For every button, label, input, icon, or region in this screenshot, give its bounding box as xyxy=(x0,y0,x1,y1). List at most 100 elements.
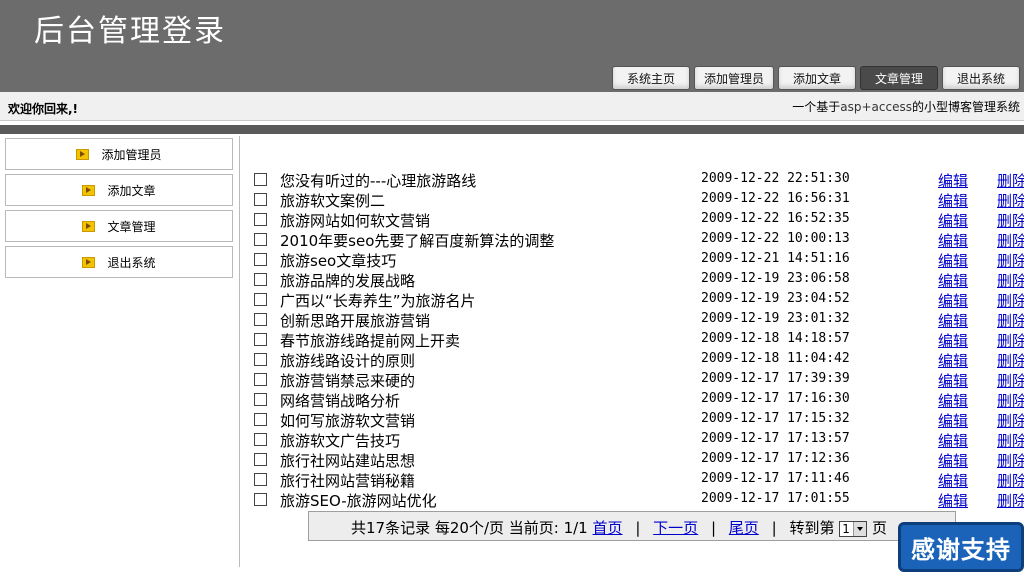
row-checkbox[interactable] xyxy=(254,493,267,506)
top-nav: 系统主页 添加管理员 添加文章 文章管理 退出系统 xyxy=(612,66,1020,90)
row-checkbox[interactable] xyxy=(254,273,267,286)
row-checkbox[interactable] xyxy=(254,373,267,386)
delete-link[interactable]: 删除 xyxy=(997,490,1024,511)
article-title: 广西以“长寿养生”为旅游名片 xyxy=(280,292,476,310)
article-row: 旅游软文案例二 2009-12-22 16:56:31 编辑 删除 xyxy=(250,190,1024,210)
article-title: 旅行社网站营销秘籍 xyxy=(280,472,416,490)
article-row: 旅行社网站建站思想 2009-12-17 17:12:36 编辑 删除 xyxy=(250,450,1024,470)
row-checkbox[interactable] xyxy=(254,313,267,326)
row-checkbox[interactable] xyxy=(254,393,267,406)
welcome-text: 欢迎你回来,! xyxy=(8,102,79,116)
nav-add-admin-button[interactable]: 添加管理员 xyxy=(694,66,774,90)
row-checkbox[interactable] xyxy=(254,253,267,266)
sidebar-item-logout[interactable]: 退出系统 xyxy=(5,246,233,278)
edit-link[interactable]: 编辑 xyxy=(938,250,968,271)
page-select[interactable]: 1 xyxy=(839,520,868,537)
first-page-link[interactable]: 首页 xyxy=(593,519,623,537)
row-checkbox[interactable] xyxy=(254,473,267,486)
row-checkbox[interactable] xyxy=(254,453,267,466)
delete-link[interactable]: 删除 xyxy=(997,170,1024,191)
edit-link[interactable]: 编辑 xyxy=(938,430,968,451)
article-row: 创新思路开展旅游营销 2009-12-19 23:01:32 编辑 删除 xyxy=(250,310,1024,330)
row-checkbox[interactable] xyxy=(254,173,267,186)
delete-link[interactable]: 删除 xyxy=(997,330,1024,351)
row-checkbox[interactable] xyxy=(254,193,267,206)
article-date: 2009-12-22 22:51:30 xyxy=(701,171,850,186)
delete-link[interactable]: 删除 xyxy=(997,270,1024,291)
delete-link[interactable]: 删除 xyxy=(997,390,1024,411)
article-title: 旅游线路设计的原则 xyxy=(280,352,416,370)
article-title: 如何写旅游软文营销 xyxy=(280,412,416,430)
row-checkbox[interactable] xyxy=(254,333,267,346)
edit-link[interactable]: 编辑 xyxy=(938,370,968,391)
row-checkbox[interactable] xyxy=(254,233,267,246)
nav-add-article-button[interactable]: 添加文章 xyxy=(778,66,856,90)
pagination-bar: 共17条记录 每20个/页 当前页: 1/1 首页 | 下一页 | 尾页 | 转… xyxy=(308,511,956,541)
edit-link[interactable]: 编辑 xyxy=(938,490,968,511)
delete-link[interactable]: 删除 xyxy=(997,370,1024,391)
row-checkbox[interactable] xyxy=(254,433,267,446)
delete-link[interactable]: 删除 xyxy=(997,410,1024,431)
sidebar-item-add-admin[interactable]: 添加管理员 xyxy=(5,138,233,170)
article-date: 2009-12-17 17:01:55 xyxy=(701,491,850,506)
article-row: 2010年要seo先要了解百度新算法的调整 2009-12-22 10:00:13… xyxy=(250,230,1024,250)
article-date: 2009-12-19 23:04:52 xyxy=(701,291,850,306)
edit-link[interactable]: 编辑 xyxy=(938,450,968,471)
row-checkbox[interactable] xyxy=(254,293,267,306)
sidebar-item-label: 文章管理 xyxy=(107,219,156,234)
edit-link[interactable]: 编辑 xyxy=(938,470,968,491)
edit-link[interactable]: 编辑 xyxy=(938,350,968,371)
article-date: 2009-12-22 10:00:13 xyxy=(701,231,850,246)
edit-link[interactable]: 编辑 xyxy=(938,310,968,331)
article-date: 2009-12-18 14:18:57 xyxy=(701,331,850,346)
nav-home-button[interactable]: 系统主页 xyxy=(612,66,690,90)
delete-link[interactable]: 删除 xyxy=(997,350,1024,371)
sidebar-item-add-article[interactable]: 添加文章 xyxy=(5,174,233,206)
edit-link[interactable]: 编辑 xyxy=(938,390,968,411)
delete-link[interactable]: 删除 xyxy=(997,190,1024,211)
row-checkbox[interactable] xyxy=(254,353,267,366)
sidebar-item-article-manage[interactable]: 文章管理 xyxy=(5,210,233,242)
delete-link[interactable]: 删除 xyxy=(997,230,1024,251)
delete-link[interactable]: 删除 xyxy=(997,450,1024,471)
edit-link[interactable]: 编辑 xyxy=(938,210,968,231)
delete-link[interactable]: 删除 xyxy=(997,290,1024,311)
slogan-prefix: 一个基于 xyxy=(792,100,841,114)
divider-stripe xyxy=(0,125,1024,134)
site-title: 后台管理登录 xyxy=(34,14,226,49)
article-date: 2009-12-17 17:13:57 xyxy=(701,431,850,446)
row-checkbox[interactable] xyxy=(254,413,267,426)
article-title: 创新思路开展旅游营销 xyxy=(280,312,431,330)
edit-link[interactable]: 编辑 xyxy=(938,290,968,311)
delete-link[interactable]: 删除 xyxy=(997,310,1024,331)
edit-link[interactable]: 编辑 xyxy=(938,190,968,211)
delete-link[interactable]: 删除 xyxy=(997,430,1024,451)
article-row: 如何写旅游软文营销 2009-12-17 17:15:32 编辑 删除 xyxy=(250,410,1024,430)
nav-article-manage-button[interactable]: 文章管理 xyxy=(860,66,938,90)
sidebar: 添加管理员 添加文章 文章管理 退出系统 xyxy=(0,136,240,567)
edit-link[interactable]: 编辑 xyxy=(938,270,968,291)
pagination-summary: 共17条记录 每20个/页 当前页: 1/1 xyxy=(351,519,588,537)
edit-link[interactable]: 编辑 xyxy=(938,170,968,191)
nav-logout-button[interactable]: 退出系统 xyxy=(942,66,1020,90)
next-page-link[interactable]: 下一页 xyxy=(653,519,698,537)
delete-link[interactable]: 删除 xyxy=(997,210,1024,231)
article-row: 广西以“长寿养生”为旅游名片 2009-12-19 23:04:52 编辑 删除 xyxy=(250,290,1024,310)
arrow-right-icon xyxy=(82,184,96,196)
article-title: 旅游软文广告技巧 xyxy=(280,432,401,450)
edit-link[interactable]: 编辑 xyxy=(938,410,968,431)
delete-link[interactable]: 删除 xyxy=(997,470,1024,491)
article-row: 旅游SEO-旅游网站优化 2009-12-17 17:01:55 编辑 删除 xyxy=(250,490,1024,510)
edit-link[interactable]: 编辑 xyxy=(938,330,968,351)
delete-link[interactable]: 删除 xyxy=(997,250,1024,271)
arrow-right-icon xyxy=(82,256,96,268)
last-page-link[interactable]: 尾页 xyxy=(729,519,759,537)
slogan-suffix: 的小型博客管理系统 xyxy=(911,100,1020,114)
thanks-support-button[interactable]: 感谢支持 xyxy=(898,522,1024,572)
dropdown-arrow-icon xyxy=(853,521,867,536)
row-checkbox[interactable] xyxy=(254,213,267,226)
edit-link[interactable]: 编辑 xyxy=(938,230,968,251)
article-row: 春节旅游线路提前网上开卖 2009-12-18 14:18:57 编辑 删除 xyxy=(250,330,1024,350)
sidebar-item-label: 退出系统 xyxy=(107,255,156,270)
article-title: 网络营销战略分析 xyxy=(280,392,401,410)
